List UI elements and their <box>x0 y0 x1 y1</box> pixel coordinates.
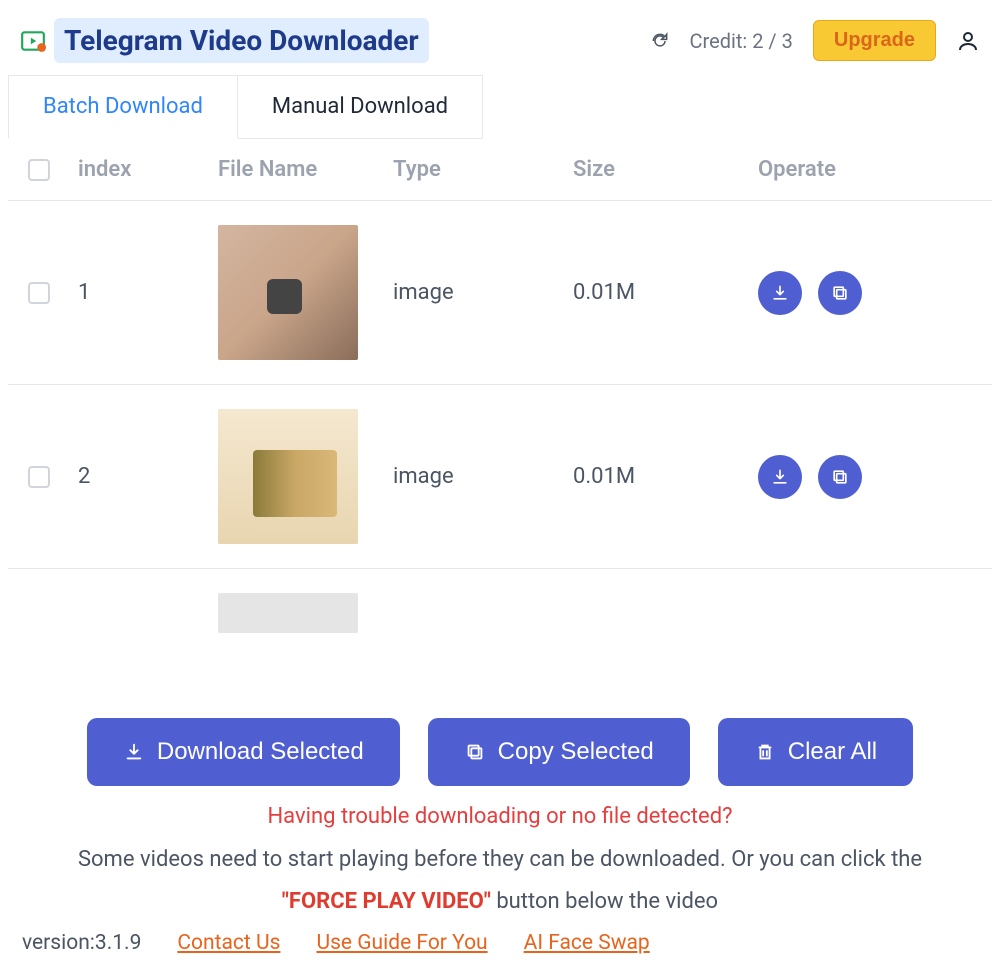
row-index: 1 <box>78 280 218 305</box>
copy-selected-label: Copy Selected <box>498 738 654 766</box>
row-type: image <box>393 280 573 305</box>
brand: Telegram Video Downloader <box>20 18 429 63</box>
table-row <box>8 569 992 657</box>
faceswap-link[interactable]: AI Face Swap <box>524 931 650 955</box>
clear-all-button[interactable]: Clear All <box>718 718 913 786</box>
header: Telegram Video Downloader Credit: 2 / 3 … <box>8 10 992 71</box>
thumbnail <box>218 409 358 544</box>
clear-all-label: Clear All <box>788 738 877 766</box>
guide-link[interactable]: Use Guide For You <box>316 931 487 955</box>
download-icon[interactable] <box>758 455 802 499</box>
contact-link[interactable]: Contact Us <box>177 931 280 955</box>
download-selected-label: Download Selected <box>157 738 364 766</box>
table-row: 1 image 0.01M <box>8 201 992 385</box>
action-bar: Download Selected Copy Selected Clear Al… <box>8 698 992 798</box>
app-title: Telegram Video Downloader <box>54 18 429 63</box>
header-filename: File Name <box>218 157 393 182</box>
copy-icon[interactable] <box>818 455 862 499</box>
header-type: Type <box>393 157 573 182</box>
tab-manual-download[interactable]: Manual Download <box>238 75 483 139</box>
row-size: 0.01M <box>573 464 758 489</box>
download-selected-button[interactable]: Download Selected <box>87 718 400 786</box>
select-all-checkbox[interactable] <box>28 159 50 181</box>
version-label: version:3.1.9 <box>22 931 141 955</box>
logo-icon <box>20 28 46 54</box>
copy-icon <box>464 741 486 763</box>
row-checkbox[interactable] <box>28 282 50 304</box>
header-operate: Operate <box>758 157 972 182</box>
refresh-icon[interactable] <box>650 31 670 51</box>
upgrade-button[interactable]: Upgrade <box>813 20 936 61</box>
table-row: 2 image 0.01M <box>8 385 992 569</box>
row-type: image <box>393 464 573 489</box>
user-icon[interactable] <box>956 29 980 53</box>
credit-label: Credit: 2 / 3 <box>690 29 793 53</box>
file-table: index File Name Type Size Operate 1 imag… <box>8 138 992 698</box>
header-size: Size <box>573 157 758 182</box>
tab-batch-download[interactable]: Batch Download <box>8 75 238 139</box>
row-checkbox[interactable] <box>28 466 50 488</box>
row-index: 2 <box>78 464 218 489</box>
help-title: Having trouble downloading or no file de… <box>8 798 992 839</box>
footer: version:3.1.9 Contact Us Use Guide For Y… <box>8 923 992 963</box>
copy-icon[interactable] <box>818 271 862 315</box>
thumbnail <box>218 593 358 633</box>
row-size: 0.01M <box>573 280 758 305</box>
thumbnail <box>218 225 358 360</box>
header-index: index <box>78 157 218 182</box>
trash-icon <box>754 741 776 763</box>
download-icon <box>123 741 145 763</box>
table-header: index File Name Type Size Operate <box>8 139 992 201</box>
copy-selected-button[interactable]: Copy Selected <box>428 718 690 786</box>
help-text: Some videos need to start playing before… <box>8 839 992 923</box>
force-play-label: "FORCE PLAY VIDEO" <box>282 889 491 914</box>
header-right: Credit: 2 / 3 Upgrade <box>650 20 980 61</box>
tabs: Batch Download Manual Download <box>8 75 992 139</box>
download-icon[interactable] <box>758 271 802 315</box>
